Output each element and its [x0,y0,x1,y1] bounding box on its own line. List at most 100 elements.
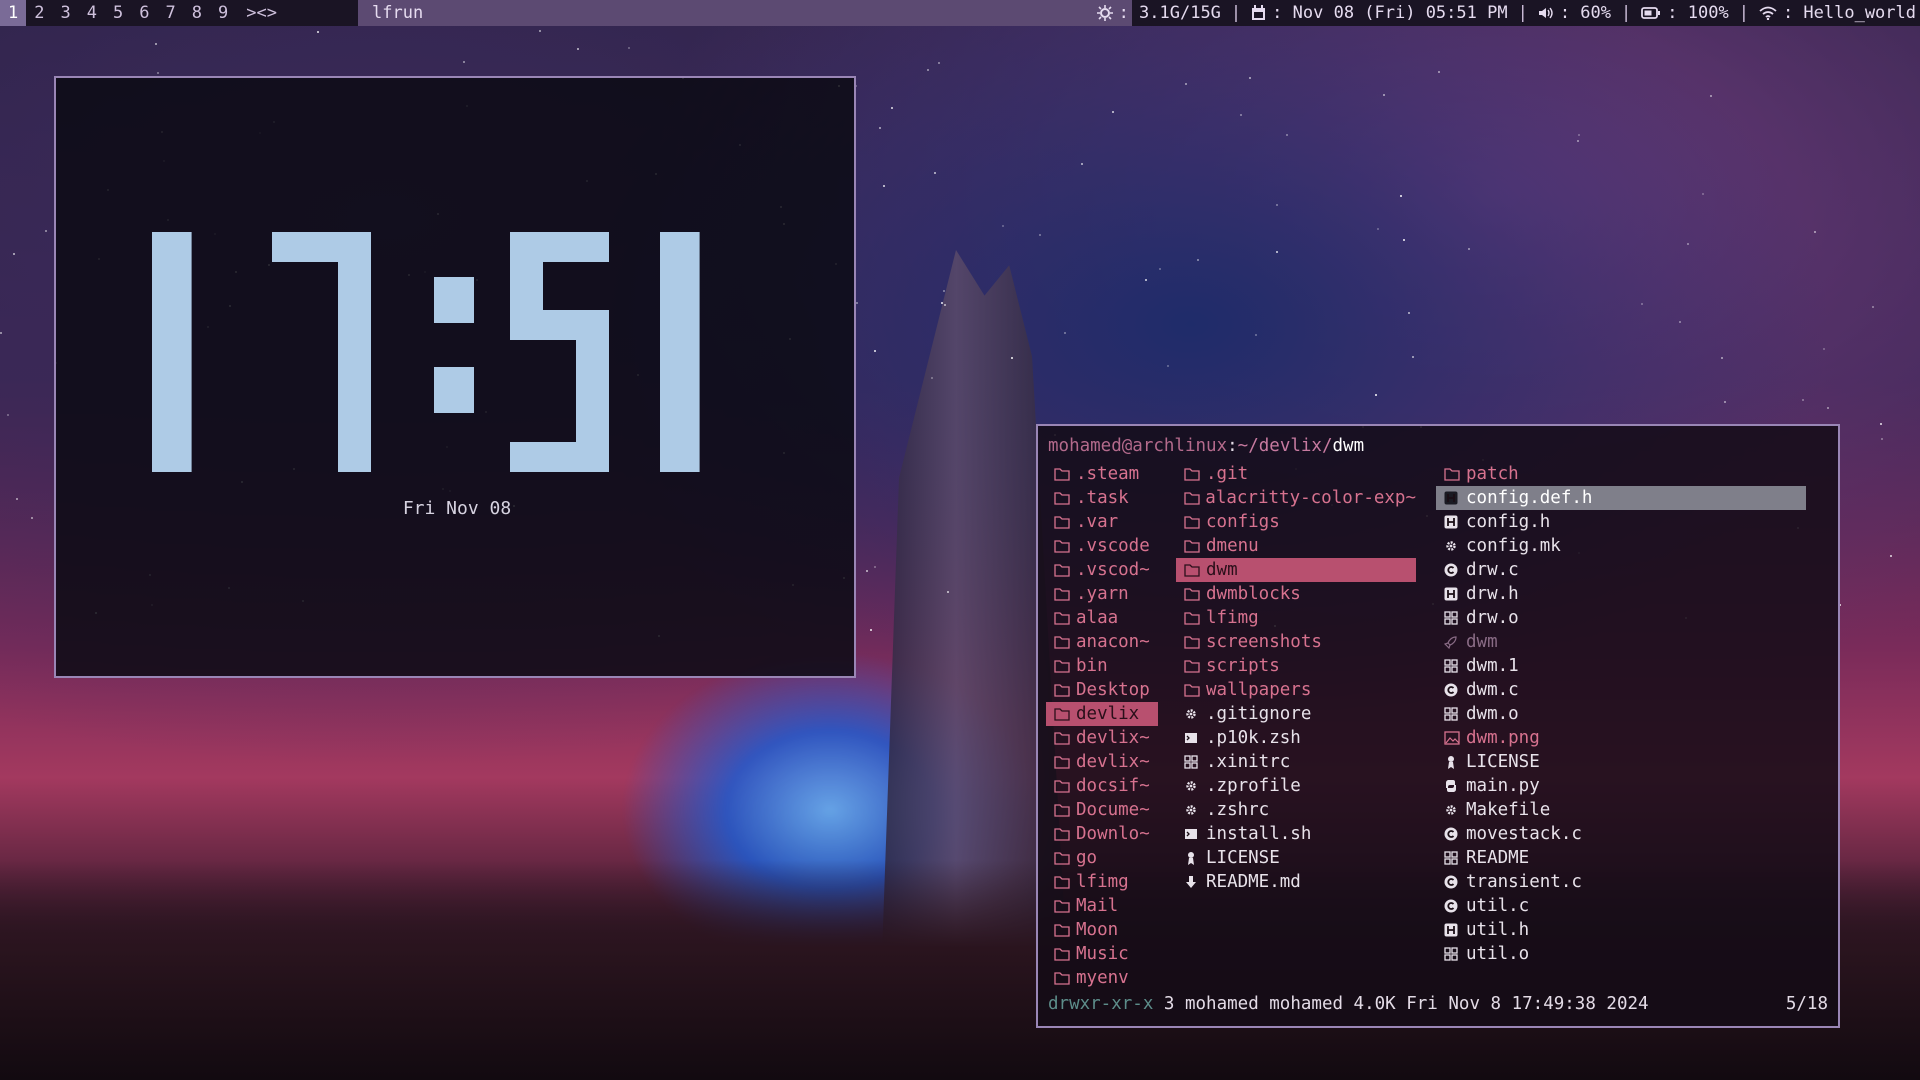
clock-segment [338,232,371,472]
star [1880,423,1882,425]
folder-entry[interactable]: alacritty-color-exp~ [1176,486,1416,510]
star [1827,407,1829,409]
file-entry[interactable]: Makefile [1436,798,1806,822]
folder-entry[interactable]: dwm [1176,558,1416,582]
file-entry[interactable]: main.py [1436,774,1806,798]
layout-indicator[interactable]: ><> [236,0,287,26]
file-entry[interactable]: LICENSE [1436,750,1806,774]
file-entry[interactable]: config.mk [1436,534,1806,558]
clock-segment [152,232,192,472]
file-entry[interactable]: dwm [1436,630,1806,654]
file-entry[interactable]: dwm.c [1436,678,1806,702]
workspace-tag-7[interactable]: 7 [158,0,184,26]
folder-icon [1054,971,1074,985]
file-entry[interactable]: .gitignore [1176,702,1416,726]
folder-entry[interactable]: scripts [1176,654,1416,678]
folder-entry[interactable]: screenshots [1176,630,1416,654]
folder-entry[interactable]: .vscod~ [1046,558,1158,582]
folder-entry[interactable]: myenv [1046,966,1158,990]
lf-file-manager-window[interactable]: mohamed@archlinux:~/devlix/dwm .steam .ta… [1036,424,1840,1028]
folder-entry[interactable]: Docume~ [1046,798,1158,822]
workspace-tag-8[interactable]: 8 [184,0,210,26]
file-entry[interactable]: README.md [1176,870,1416,894]
workspace-tag-2[interactable]: 2 [26,0,52,26]
folder-entry[interactable]: dmenu [1176,534,1416,558]
workspace-tag-6[interactable]: 6 [131,0,157,26]
file-entry[interactable]: .zshrc [1176,798,1416,822]
status-text: : 100% [1667,3,1729,23]
file-entry[interactable]: config.def.h [1436,486,1806,510]
entry-name: bin [1076,656,1108,676]
star [0,332,2,334]
star [943,290,945,292]
folder-entry[interactable]: devlix~ [1046,726,1158,750]
file-entry[interactable]: movestack.c [1436,822,1806,846]
folder-entry[interactable]: docsif~ [1046,774,1158,798]
file-entry[interactable]: .xinitrc [1176,750,1416,774]
folder-entry[interactable]: wallpapers [1176,678,1416,702]
file-entry[interactable]: config.h [1436,510,1806,534]
star [1890,555,1892,557]
folder-entry[interactable]: bin [1046,654,1158,678]
folder-entry[interactable]: Desktop [1046,678,1158,702]
workspace-tag-3[interactable]: 3 [53,0,79,26]
workspace-tag-9[interactable]: 9 [210,0,236,26]
status-separator: | [1738,3,1749,23]
folder-entry[interactable]: .yarn [1046,582,1158,606]
file-entry[interactable]: drw.h [1436,582,1806,606]
star [931,377,933,379]
folder-entry[interactable]: lfimg [1046,870,1158,894]
star [947,591,949,593]
entry-name: anacon~ [1076,632,1150,652]
clock-window[interactable]: Fri Nov 08 [54,76,856,678]
file-entry[interactable]: util.o [1436,942,1806,966]
star [1679,321,1681,323]
workspace-tag-4[interactable]: 4 [79,0,105,26]
entry-name: screenshots [1206,632,1322,652]
folder-entry[interactable]: .git [1176,462,1416,486]
folder-entry[interactable]: dwmblocks [1176,582,1416,606]
folder-entry[interactable]: Downlo~ [1046,822,1158,846]
file-entry[interactable]: drw.c [1436,558,1806,582]
folder-icon [1054,851,1074,865]
folder-entry[interactable]: .task [1046,486,1158,510]
star [1438,71,1440,73]
star [1112,111,1114,113]
folder-entry[interactable]: Mail [1046,894,1158,918]
folder-entry[interactable]: .vscode [1046,534,1158,558]
folder-entry[interactable]: anacon~ [1046,630,1158,654]
workspace-tag-1[interactable]: 1 [0,0,27,26]
file-entry[interactable]: util.c [1436,894,1806,918]
star [1159,268,1161,270]
star [1721,357,1723,359]
folder-entry[interactable]: configs [1176,510,1416,534]
folder-entry[interactable]: patch [1436,462,1806,486]
file-entry[interactable]: util.h [1436,918,1806,942]
file-entry[interactable]: README [1436,846,1806,870]
entry-name: dwm [1466,632,1498,652]
folder-entry[interactable]: .steam [1046,462,1158,486]
folder-entry[interactable]: go [1046,846,1158,870]
file-entry[interactable]: dwm.o [1436,702,1806,726]
folder-entry[interactable]: devlix~ [1046,750,1158,774]
file-entry[interactable]: LICENSE [1176,846,1416,870]
entry-name: Makefile [1466,800,1551,820]
file-entry[interactable]: dwm.1 [1436,654,1806,678]
folder-entry[interactable]: lfimg [1176,606,1416,630]
workspace-tag-5[interactable]: 5 [105,0,131,26]
clock-segment [510,232,609,262]
star [1145,279,1147,281]
folder-entry[interactable]: Moon [1046,918,1158,942]
entry-name: Music [1076,944,1129,964]
star [941,302,943,304]
file-entry[interactable]: install.sh [1176,822,1416,846]
file-entry[interactable]: dwm.png [1436,726,1806,750]
file-entry[interactable]: .zprofile [1176,774,1416,798]
file-entry[interactable]: transient.c [1436,870,1806,894]
folder-entry[interactable]: alaa [1046,606,1158,630]
folder-entry[interactable]: Music [1046,942,1158,966]
file-entry[interactable]: .p10k.zsh [1176,726,1416,750]
folder-entry[interactable]: .var [1046,510,1158,534]
folder-entry[interactable]: devlix [1046,702,1158,726]
file-entry[interactable]: drw.o [1436,606,1806,630]
